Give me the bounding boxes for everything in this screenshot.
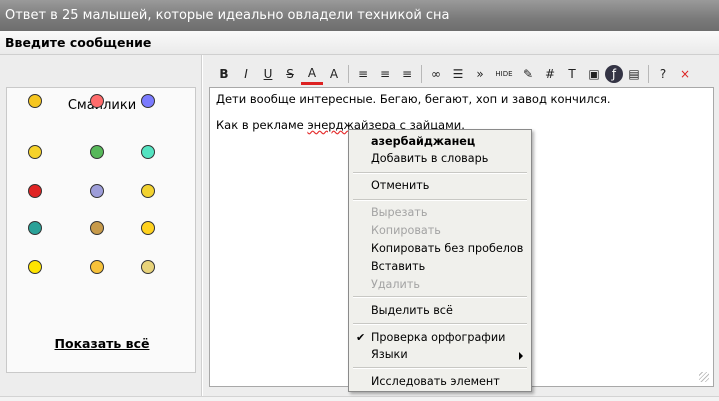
- gun-icon-face: [90, 145, 104, 159]
- hash-icon[interactable]: #: [539, 63, 561, 85]
- flash-icon[interactable]: ƒ: [605, 65, 623, 83]
- smilies-box: Смайлики Показать всё: [6, 87, 196, 373]
- love-icon[interactable]: [86, 90, 108, 112]
- resize-grip-icon[interactable]: [699, 372, 709, 382]
- close-icon[interactable]: ×: [674, 63, 696, 85]
- wave-icon-face: [141, 184, 155, 198]
- menu-separator: [353, 367, 527, 369]
- submenu-arrow-icon: [519, 352, 523, 360]
- editor-line-1: Дети вообще интересные. Бегаю, бегают, х…: [216, 92, 611, 106]
- shooter-icon[interactable]: [24, 180, 46, 202]
- font-size-icon[interactable]: A: [323, 63, 345, 85]
- menu-item-copy[interactable]: Копировать: [350, 222, 530, 240]
- menu-item-suggestion[interactable]: азербайджанец: [350, 133, 530, 151]
- checkmark-icon: ✔: [356, 331, 366, 344]
- align-center-icon[interactable]: ≡: [374, 63, 396, 85]
- thumbs-up-icon[interactable]: [24, 141, 46, 163]
- bottom-divider: [0, 396, 719, 401]
- italic-icon[interactable]: I: [235, 63, 257, 85]
- menu-separator: [353, 172, 527, 174]
- menu-item-select-all[interactable]: Выделить всё: [350, 302, 530, 320]
- editor-toolbar: B I U S A A ≡ ≡ ≡ ∞ ☰» HIDE ✎ # T ▣ ƒ ▤? ×: [209, 60, 713, 88]
- dance-icon-face: [90, 184, 104, 198]
- toolbar-separator: [421, 65, 422, 83]
- dance-icon[interactable]: [86, 180, 108, 202]
- hide-icon[interactable]: HIDE: [491, 63, 517, 85]
- bread-icon[interactable]: [86, 217, 108, 239]
- menu-item-spellcheck-label: Проверка орфографии: [371, 331, 506, 344]
- jump-icon-face: [28, 260, 42, 274]
- edit-icon[interactable]: ✎: [517, 63, 539, 85]
- menu-item-spellcheck[interactable]: ✔ Проверка орфографии: [350, 329, 530, 347]
- menu-item-delete[interactable]: Удалить: [350, 276, 530, 294]
- sad-icon-face: [141, 94, 155, 108]
- list-icon[interactable]: ☰: [447, 63, 469, 85]
- menu-item-cut[interactable]: Вырезать: [350, 204, 530, 222]
- cheer-icon-face: [141, 221, 155, 235]
- ninja-icon-face: [28, 221, 42, 235]
- star-icon[interactable]: [137, 256, 159, 278]
- menu-separator: [353, 323, 527, 325]
- text-icon[interactable]: T: [561, 63, 583, 85]
- wave-icon[interactable]: [137, 180, 159, 202]
- image-icon[interactable]: ▣: [583, 63, 605, 85]
- context-menu: азербайджанец Добавить в словарь Отменит…: [348, 129, 532, 392]
- font-color-icon[interactable]: A: [301, 63, 323, 85]
- star-icon-face: [141, 260, 155, 274]
- quote-icon[interactable]: »: [469, 63, 491, 85]
- menu-item-paste[interactable]: Вставить: [350, 258, 530, 276]
- menu-item-languages-label: Языки: [371, 348, 408, 361]
- menu-separator: [353, 199, 527, 201]
- menu-item-languages[interactable]: Языки: [350, 346, 530, 364]
- laugh-icon[interactable]: [86, 256, 108, 278]
- toolbar-separator: [648, 65, 649, 83]
- neutral-icon-face: [141, 145, 155, 159]
- menu-separator: [353, 296, 527, 298]
- bread-icon-face: [90, 221, 104, 235]
- help-icon[interactable]: ?: [652, 63, 674, 85]
- strikethrough-icon[interactable]: S: [279, 63, 301, 85]
- neutral-icon[interactable]: [137, 141, 159, 163]
- align-left-icon[interactable]: ≡: [352, 63, 374, 85]
- link-icon[interactable]: ∞: [425, 63, 447, 85]
- laugh-icon-face: [90, 260, 104, 274]
- cheer-icon[interactable]: [137, 217, 159, 239]
- gun-icon[interactable]: [86, 141, 108, 163]
- page-title: Ответ в 25 малышей, которые идеально овл…: [0, 0, 719, 31]
- section-heading: Введите сообщение: [0, 31, 719, 55]
- menu-item-copy-no-spaces[interactable]: Копировать без пробелов: [350, 240, 530, 258]
- jump-icon[interactable]: [24, 256, 46, 278]
- shooter-icon-face: [28, 184, 42, 198]
- ninja-icon[interactable]: [24, 217, 46, 239]
- menu-item-undo[interactable]: Отменить: [350, 177, 530, 195]
- sad-icon[interactable]: [137, 90, 159, 112]
- smilies-panel: Смайлики Показать всё: [0, 55, 202, 401]
- align-right-icon[interactable]: ≡: [396, 63, 418, 85]
- love-icon-face: [90, 94, 104, 108]
- menu-item-inspect[interactable]: Исследовать элемент: [350, 373, 530, 391]
- smile-icon[interactable]: [24, 90, 46, 112]
- editor-text: Как в рекламе: [216, 118, 308, 132]
- thumbs-up-icon-face: [28, 145, 42, 159]
- menu-item-add-to-dictionary[interactable]: Добавить в словарь: [350, 150, 530, 168]
- smile-icon-face: [28, 94, 42, 108]
- underline-icon[interactable]: U: [257, 63, 279, 85]
- bold-icon[interactable]: B: [213, 63, 235, 85]
- toolbar-separator: [348, 65, 349, 83]
- show-all-link[interactable]: Показать всё: [7, 336, 197, 351]
- video-icon[interactable]: ▤: [623, 63, 645, 85]
